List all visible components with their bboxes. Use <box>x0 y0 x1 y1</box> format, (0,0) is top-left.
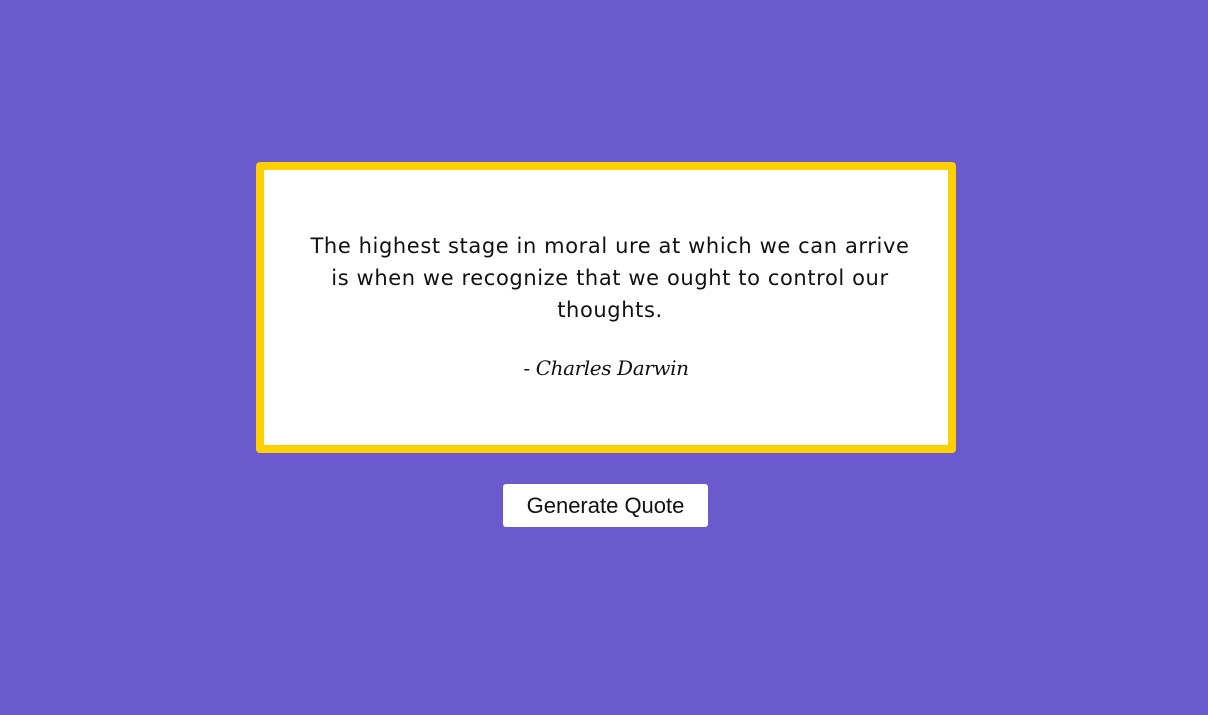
quote-text: The highest stage in moral ure at which … <box>310 234 910 322</box>
quote-author: - Charles Darwin <box>523 356 689 380</box>
quote-card: The highest stage in moral ure at which … <box>256 162 956 453</box>
generate-quote-button[interactable]: Generate Quote <box>503 484 708 527</box>
